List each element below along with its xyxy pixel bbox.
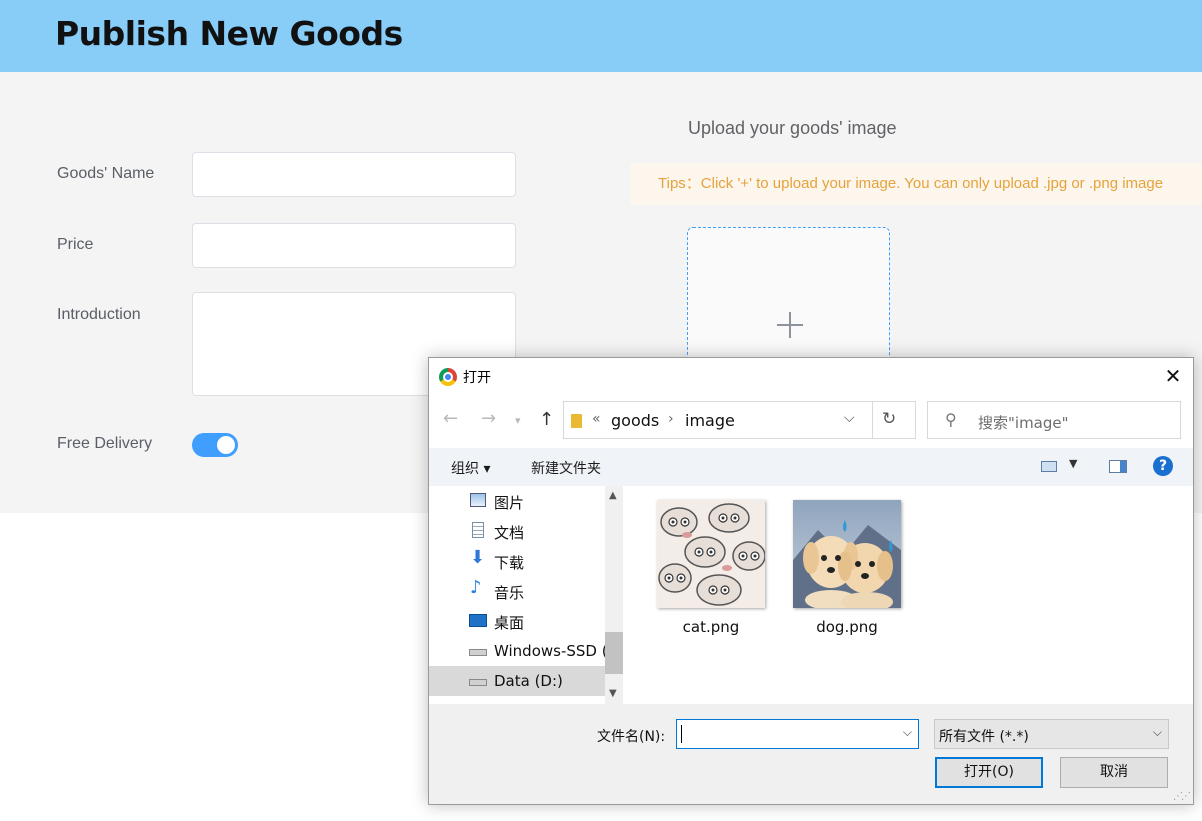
nav-item-downloads[interactable]: ⬇ 下载 — [429, 546, 605, 576]
refresh-icon[interactable]: ↻ — [882, 409, 896, 429]
text-caret — [681, 725, 682, 743]
drive-icon — [469, 649, 487, 656]
dog-thumbnail — [793, 500, 901, 612]
file-type-select[interactable]: 所有文件 (*.*) ⌵ — [934, 719, 1169, 749]
chevron-down-icon[interactable]: ⌵ — [844, 410, 855, 426]
help-icon[interactable]: ? — [1153, 456, 1173, 476]
dialog-titlebar: 打开 ✕ — [429, 358, 1193, 394]
nav-item-documents[interactable]: 文档 — [429, 516, 605, 546]
nav-item-label: Data (D:) — [494, 672, 563, 690]
back-arrow-icon[interactable]: ← — [443, 408, 458, 429]
chrome-icon — [439, 368, 457, 386]
pictures-icon — [470, 493, 486, 507]
upload-title: Upload your goods' image — [688, 118, 897, 138]
file-type-value: 所有文件 (*.*) — [939, 729, 1029, 745]
recent-locations-chevron-icon[interactable]: ▾ — [515, 414, 521, 427]
nav-scrollbar[interactable]: ▲ ▼ — [605, 486, 623, 704]
cat-thumbnail — [657, 500, 766, 608]
dialog-footer: 文件名(N): ⌵ 所有文件 (*.*) ⌵ 打开(O) 取消 ⋰⋰ — [429, 704, 1193, 804]
new-folder-button[interactable]: 新建文件夹 — [531, 458, 601, 478]
desktop-icon — [469, 614, 487, 627]
toggle-knob — [217, 436, 235, 454]
page-title: Publish New Goods — [55, 14, 403, 53]
navigation-pane: 图片 文档 ⬇ 下载 ♪ 音乐 桌面 Windows-SSD ( Data (D… — [429, 486, 625, 704]
close-icon[interactable]: ✕ — [1161, 364, 1185, 388]
downloads-icon: ⬇ — [470, 547, 486, 568]
search-icon: ⚲ — [945, 410, 957, 429]
preview-pane-icon[interactable] — [1109, 460, 1127, 473]
resize-grip-icon[interactable]: ⋰⋰ — [1173, 791, 1191, 802]
free-delivery-toggle[interactable] — [192, 433, 238, 457]
open-file-dialog: 打开 ✕ ← → ▾ ↑ « goods › image ⌵ ↻ ⚲ 搜索"im… — [428, 357, 1194, 805]
nav-item-label: 图片 — [494, 494, 525, 512]
file-name: dog.png — [816, 618, 878, 636]
dialog-title: 打开 — [463, 370, 491, 386]
introduction-label: Introduction — [57, 306, 141, 323]
breadcrumb-separator-icon: › — [668, 411, 674, 427]
free-delivery-label: Free Delivery — [57, 435, 153, 452]
music-icon: ♪ — [470, 577, 482, 598]
address-bar[interactable]: « goods › image ⌵ ↻ — [563, 401, 916, 439]
nav-item-label: 音乐 — [494, 584, 525, 602]
folder-icon — [571, 414, 582, 428]
open-button[interactable]: 打开(O) — [935, 757, 1043, 788]
search-box[interactable]: ⚲ 搜索"image" — [927, 401, 1181, 439]
nav-item-label: 文档 — [494, 524, 525, 542]
nav-item-windows-ssd[interactable]: Windows-SSD ( — [429, 636, 608, 666]
nav-item-desktop[interactable]: 桌面 — [429, 606, 605, 636]
filename-input[interactable]: ⌵ — [676, 719, 919, 749]
scroll-down-icon[interactable]: ▼ — [609, 688, 617, 699]
chevron-down-icon: ⌵ — [1152, 725, 1162, 739]
breadcrumb-image[interactable]: image — [685, 411, 735, 430]
file-list: cat.png dog.png — [625, 486, 1193, 704]
goods-name-label: Goods' Name — [57, 165, 155, 182]
overflow-chevron-icon[interactable]: « — [592, 411, 601, 427]
scrollbar-thumb[interactable] — [605, 632, 623, 674]
nav-item-data-d[interactable]: Data (D:) — [429, 666, 605, 696]
breadcrumb-goods[interactable]: goods — [611, 411, 659, 430]
divider — [872, 402, 873, 438]
plus-icon — [777, 312, 803, 338]
goods-name-input[interactable] — [192, 152, 516, 197]
organize-button[interactable]: 组织 ▾ — [451, 458, 490, 478]
filename-label: 文件名(N): — [597, 729, 666, 745]
search-placeholder: 搜索"image" — [978, 414, 1069, 432]
forward-arrow-icon[interactable]: → — [481, 408, 496, 429]
up-arrow-icon[interactable]: ↑ — [539, 409, 554, 430]
price-input[interactable] — [192, 223, 516, 268]
command-bar: 组织 ▾ 新建文件夹 ▼ ? — [429, 448, 1193, 486]
page-header: Publish New Goods — [0, 0, 1202, 72]
file-name: cat.png — [682, 618, 740, 636]
cancel-button[interactable]: 取消 — [1060, 757, 1168, 788]
nav-item-label: Windows-SSD ( — [494, 642, 608, 660]
nav-item-label: 下载 — [494, 554, 525, 572]
view-chevron-down-icon[interactable]: ▼ — [1069, 457, 1077, 470]
price-label: Price — [57, 236, 94, 253]
nav-item-pictures[interactable]: 图片 — [429, 486, 605, 516]
nav-item-label: 桌面 — [494, 614, 525, 632]
scroll-up-icon[interactable]: ▲ — [609, 490, 617, 501]
view-icon[interactable] — [1041, 461, 1057, 472]
chevron-down-icon[interactable]: ⌵ — [903, 725, 912, 740]
nav-item-music[interactable]: ♪ 音乐 — [429, 576, 605, 606]
drive-icon — [469, 679, 487, 686]
upload-tips: Tips：Click '+' to upload your image. You… — [630, 163, 1202, 205]
documents-icon — [472, 522, 484, 538]
